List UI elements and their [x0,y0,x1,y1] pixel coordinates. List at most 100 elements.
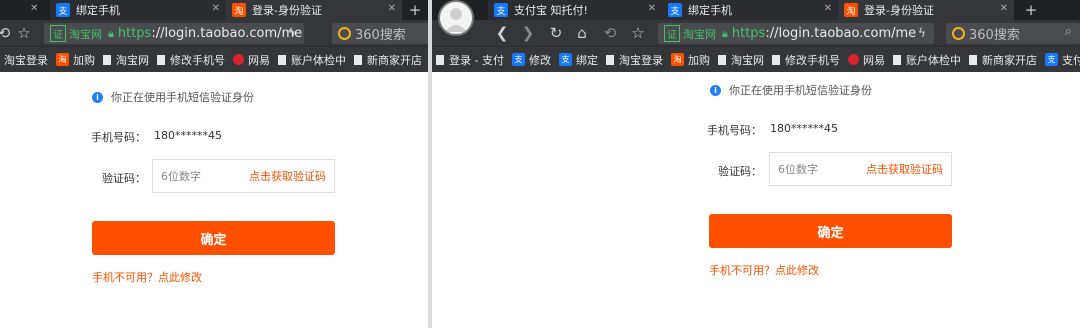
bookmark-item[interactable]: 淘加购 [670,52,710,68]
verification-page: i 你正在使用手机短信验证身份 手机号码： 180******45 验证码： 点… [432,72,1080,328]
taobao-icon: 淘 [670,53,684,66]
get-code-link[interactable]: 点击获取验证码 [866,161,943,177]
close-icon[interactable]: ✕ [1000,3,1008,14]
search-placeholder: 360搜索 [355,28,406,43]
refresh-icon[interactable]: ↻ [546,23,566,43]
search-box[interactable]: 360搜索 ⌕ [946,23,1080,44]
bookmark-item[interactable]: 淘宝网 [717,52,764,68]
url-scheme: https [731,26,766,41]
ev-name: 淘宝网 [683,27,716,41]
search-engine-icon [952,27,965,40]
page-icon [354,54,362,65]
close-icon[interactable]: ✕ [648,3,656,14]
bolt-icon[interactable]: ϟ [282,23,302,43]
bookmark-item[interactable]: 修改手机号 [771,52,840,68]
code-label: 验证码： [102,172,146,185]
bookmark-item[interactable]: 淘宝登录 [4,52,48,68]
code-field: 点击获取验证码 [152,159,335,193]
bookmark-item[interactable]: 网易 [233,52,270,68]
home-icon[interactable]: ⌂ [572,23,592,43]
tab-strip: ✕ 支 绑定手机 ✕ 淘 登录-身份验证 ✕ + [0,0,428,20]
lock-icon: 🔒︎ [722,26,728,40]
verification-page: i 你正在使用手机短信验证身份 手机号码： 180******45 验证码： 点… [0,72,428,328]
page-icon [278,54,286,65]
page-icon [157,54,165,65]
tab-label: 登录-身份验证 [864,4,934,17]
undo-icon[interactable]: ⟲ [600,23,620,43]
close-icon[interactable]: ✕ [212,3,220,14]
tab-login-verify[interactable]: 淘 登录-身份验证 ✕ [226,0,402,20]
get-code-link[interactable]: 点击获取验证码 [249,168,326,184]
confirm-button[interactable]: 确定 [709,214,952,248]
tab-label: 支付宝 知托付! [514,4,588,17]
url-rest: ://login.taobao.com/me [151,26,303,41]
info-message: i 你正在使用手机短信验证身份 [92,89,254,105]
close-icon[interactable]: ✕ [30,3,38,14]
new-tab-button[interactable]: + [1020,0,1042,20]
phone-value: 180******45 [154,129,222,142]
ev-badge: 证 [50,25,66,42]
alipay-icon: 支 [668,3,682,17]
bookmark-item[interactable]: 淘加购 [56,52,95,68]
bolt-icon[interactable]: ϟ [912,23,932,43]
bookmark-item[interactable]: 支修改 [511,52,551,68]
navigation-bar: ❮ ❯ ↻ ⌂ ⟲ ☆ 证 淘宝网 🔒︎ https ://login.taob… [432,20,1080,46]
ev-badge: 证 [664,25,680,42]
page-icon [968,54,977,65]
bookmark-item[interactable]: 账户体检中 [278,52,346,68]
phone-label: 手机号码： [91,131,146,144]
phone-unavailable-link[interactable]: 手机不可用？点此修改 [709,262,819,278]
address-bar[interactable]: 证 淘宝网 🔒︎ https ://login.taobao.com/me [658,23,934,44]
url-rest: ://login.taobao.com/me [765,26,917,41]
code-input[interactable] [161,169,241,183]
right-browser-window: 支 支付宝 知托付! ✕ 支 绑定手机 ✕ 淘 登录-身份验证 ✕ + ❮ ❯ … [432,0,1080,328]
page-icon [103,54,111,65]
star-icon[interactable]: ☆ [14,23,34,43]
tab-strip: 支 支付宝 知托付! ✕ 支 绑定手机 ✕ 淘 登录-身份验证 ✕ + [432,0,1080,20]
page-icon [436,54,444,65]
search-engine-icon [338,27,351,40]
page-icon [605,54,614,65]
bookmark-item[interactable]: 淘宝登录 [605,52,663,68]
avatar[interactable] [438,0,474,36]
bookmark-item[interactable]: 新商家开店 [968,52,1037,68]
tab-bind-phone[interactable]: 支 绑定手机 ✕ [50,0,226,20]
bookmark-item[interactable]: 支绑定 [558,52,598,68]
tab-label: 绑定手机 [76,4,120,17]
code-input[interactable] [778,162,858,176]
tab-login-verify[interactable]: 淘 登录-身份验证 ✕ [838,0,1014,20]
tab-alipay[interactable]: 支 支付宝 知托付! ✕ [488,0,662,20]
forward-icon[interactable]: ❯ [518,23,538,43]
alipay-icon: 支 [511,53,525,66]
bookmark-item[interactable]: 新商家开店 [354,52,422,68]
bookmark-item[interactable]: 淘宝网 [103,52,149,68]
close-icon[interactable]: ✕ [824,3,832,14]
star-icon[interactable]: ☆ [628,23,648,43]
phone-value: 180******45 [770,122,838,135]
tab-bind-phone[interactable]: 支 绑定手机 ✕ [662,0,838,20]
address-bar[interactable]: 证 淘宝网 🔒︎ https ://login.taobao.com/me [44,23,304,44]
search-icon[interactable]: ⌕ [1065,24,1072,39]
bookmark-item[interactable]: 修改手机号 [157,52,225,68]
search-box[interactable]: 360搜索 [332,23,428,44]
bookmark-item[interactable]: 网易 [847,52,885,68]
netease-icon [847,54,859,65]
bookmark-item[interactable]: 登录 - 支付 [436,52,504,68]
bookmark-item[interactable]: 支支付宝 [1044,52,1080,68]
confirm-button[interactable]: 确定 [92,221,335,255]
new-tab-button[interactable]: + [404,0,426,20]
bookmarks-bar: 登录 - 支付 支修改 支绑定 淘宝登录 淘加购 淘宝网 修改手机号 网易 账户… [432,46,1080,72]
info-icon: i [92,91,103,103]
undo-icon[interactable]: ⟲ [0,23,14,43]
close-icon[interactable]: ✕ [388,3,396,14]
alipay-icon: 支 [56,3,70,17]
taobao-icon: 淘 [844,3,858,17]
netease-icon [233,54,244,65]
bookmark-item[interactable]: 账户体检中 [892,52,961,68]
page-icon [717,54,726,65]
back-icon[interactable]: ❮ [492,23,512,43]
tab-label: 登录-身份验证 [252,4,322,17]
ev-name: 淘宝网 [69,27,102,41]
phone-unavailable-link[interactable]: 手机不可用？点此修改 [92,269,202,285]
code-field: 点击获取验证码 [769,152,952,186]
